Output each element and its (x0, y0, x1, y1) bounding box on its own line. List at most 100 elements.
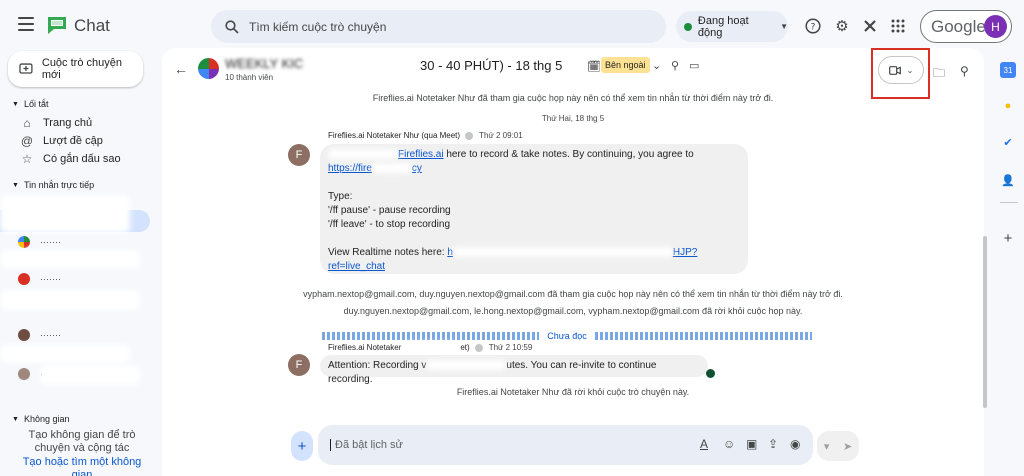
conversation-panel: ← WEEKLY KIC 10 thành viên 30 - 40 PHÚT)… (162, 48, 984, 476)
send-controls: ▾ ➤ (817, 431, 859, 461)
top-bar: Chat Đang hoạt động ▼ ? ⚙ Google H (0, 0, 1024, 52)
system-message: vypham.nextop@gmail.com, duy.nguyen.next… (303, 289, 843, 299)
picture-in-picture-icon[interactable]: ▭ (689, 59, 699, 72)
message-meta: Fireflies.ai Notetaker Như (qua Meet) Th… (328, 131, 523, 140)
back-arrow-icon[interactable]: ← (174, 61, 188, 77)
external-shield-icon (474, 343, 483, 352)
gif-sticker-icon[interactable]: ▣ (746, 437, 757, 451)
user-avatar[interactable]: H (984, 15, 1007, 38)
chevron-down-icon: ▼ (780, 22, 788, 31)
new-chat-button[interactable]: Cuộc trò chuyện mới (8, 51, 143, 87)
external-shield-icon (465, 131, 474, 140)
add-attachment-button[interactable]: + (291, 431, 313, 461)
redacted-region (0, 345, 130, 363)
privacy-link-tail[interactable]: cy (412, 163, 422, 174)
dm-name-redacted: ······· (40, 237, 61, 247)
redacted-region (40, 365, 140, 385)
highlight-box (871, 48, 930, 99)
message-text: here to record & take notes. By continui… (443, 149, 694, 160)
chevron-down-icon[interactable]: ⌄ (652, 59, 661, 72)
settings-gear-icon[interactable]: ⚙ (832, 16, 852, 36)
folder-icon[interactable]: 🗀 (933, 64, 945, 85)
search-input[interactable] (249, 19, 629, 34)
dm-item[interactable]: ······· (18, 270, 143, 288)
search-in-conversation-icon[interactable]: ⚲ (671, 59, 679, 72)
message-line: '/ff leave' - to stop recording (328, 219, 451, 230)
read-receipt-icon (706, 369, 715, 378)
sender-avatar[interactable]: F (288, 354, 310, 376)
tasks-check-icon[interactable]: ✔ (1000, 134, 1016, 150)
message-bubble: Attention: Recording v utes. You can re-i… (320, 355, 708, 385)
main-menu-icon[interactable] (18, 17, 34, 31)
redacted-region (371, 163, 412, 174)
sidebar-item-starred[interactable]: ☆ Có gắn dấu sao (20, 151, 121, 167)
status-dropdown[interactable]: Đang hoạt động ▼ (676, 11, 788, 42)
search-bar[interactable] (211, 10, 666, 43)
app-title: Chat (74, 16, 110, 35)
send-arrow-icon[interactable]: ➤ (843, 440, 852, 453)
redacted-region (403, 343, 459, 352)
redacted-region (0, 290, 140, 310)
send-options-chevron-icon[interactable]: ▾ (824, 440, 830, 453)
apps-grid-icon[interactable] (888, 16, 908, 36)
collapse-triangle-icon: ▼ (12, 415, 19, 423)
spaces-empty-text: Tạo không gian để trò chuyện và cộng tác (28, 429, 136, 454)
notes-link-tail[interactable]: HJP? (673, 247, 697, 258)
redacted-region (452, 247, 673, 258)
dm-item[interactable]: ······· (18, 233, 143, 251)
dm-avatar (18, 236, 30, 248)
message-line: https://fire cy (328, 162, 740, 176)
rail-divider (1000, 202, 1018, 203)
message-line: View Realtime notes here: h HJP? (328, 246, 740, 260)
sidebar-item-label: Lượt đề cập (43, 135, 103, 147)
account-button[interactable]: Google H (920, 10, 1012, 43)
sender-name[interactable]: Fireflies.ai Notetaker (328, 343, 401, 352)
conversation-title-start[interactable]: WEEKLY KIC (225, 56, 303, 71)
message-composer[interactable]: A ☺ ▣ ⇪ ◉ (318, 425, 813, 465)
contacts-person-icon[interactable]: 👤 (1000, 172, 1016, 188)
sender-avatar[interactable]: F (288, 144, 310, 166)
gemini-sparkle-icon[interactable] (860, 16, 880, 36)
message-line: '/ff pause' - pause recording (328, 205, 451, 216)
message-time: Thứ 2 10:59 (488, 343, 533, 352)
sender-name[interactable]: Fireflies.ai Notetaker Như (qua Meet) (328, 131, 460, 140)
message-line: ref=live_chat (328, 260, 740, 274)
message-line: Fireflies.ai here to record & take notes… (328, 148, 740, 162)
system-message: Fireflies.ai Notetaker Như đã rời khỏi c… (456, 387, 690, 397)
message-text: View Realtime notes here: (328, 247, 448, 258)
add-addon-icon[interactable]: + (1000, 230, 1016, 247)
collapse-triangle-icon: ▼ (12, 181, 19, 189)
at-icon: @ (20, 134, 34, 148)
notes-link-ref[interactable]: ref=live_chat (328, 261, 385, 272)
member-count[interactable]: 10 thành viên (225, 73, 273, 82)
dm-header[interactable]: ▼ Tin nhắn trực tiếp (12, 180, 94, 190)
sender-name-tail: et) (460, 343, 470, 352)
sidebar-item-home[interactable]: ⌂ Trang chủ (20, 115, 92, 131)
emoji-icon[interactable]: ☺ (723, 437, 735, 451)
spaces-header[interactable]: ▼ Không gian (12, 414, 69, 424)
sidebar-item-mentions[interactable]: @ Lượt đề cập (20, 133, 103, 149)
search-icon[interactable] (225, 19, 239, 34)
dm-avatar (18, 329, 30, 341)
calendar-app-icon[interactable]: 31 (1000, 62, 1016, 78)
fireflies-link[interactable]: Fireflies.ai (398, 149, 444, 160)
upload-icon[interactable]: ⇪ (768, 437, 778, 451)
dm-avatar (18, 368, 30, 380)
shortcuts-header[interactable]: ▼ Lối tắt (12, 99, 48, 109)
dm-item[interactable]: ······· (18, 326, 143, 344)
privacy-link[interactable]: https://fire (328, 163, 372, 174)
group-avatar (198, 58, 219, 79)
find-space-link[interactable]: Tạo hoặc tìm một không gian (12, 456, 152, 476)
keep-bulb-icon[interactable]: ● (1000, 98, 1016, 114)
help-icon[interactable]: ? (803, 16, 823, 36)
record-video-icon[interactable]: ◉ (790, 437, 800, 451)
scrollbar[interactable] (983, 236, 987, 408)
format-text-icon[interactable]: A (700, 437, 708, 451)
pin-icon[interactable]: ⚲ (960, 64, 969, 78)
status-dot-icon (684, 22, 692, 31)
message-input[interactable] (330, 439, 690, 451)
conversation-title-rest[interactable]: 30 - 40 PHÚT) - 18 thg 5 (420, 58, 562, 73)
unread-divider: Chưa đọc (322, 330, 813, 342)
spaces-header-label: Không gian (23, 414, 70, 424)
divider-line (594, 332, 813, 340)
